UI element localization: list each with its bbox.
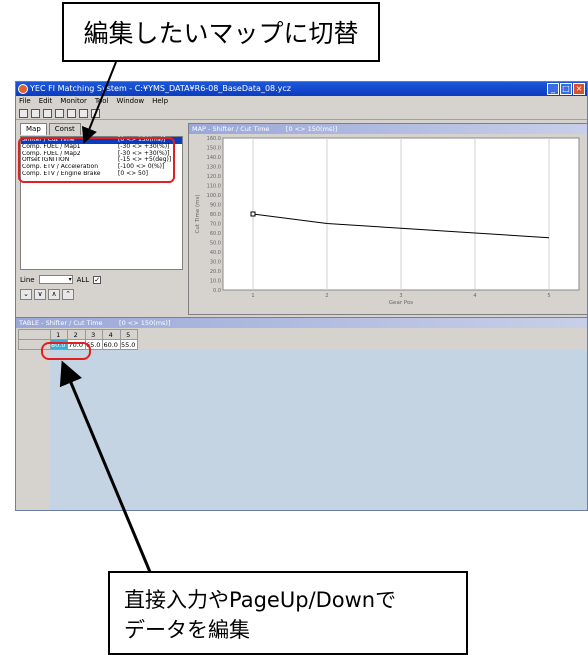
callout-arrows <box>59 61 152 573</box>
callout-edit-data: 直接入力やPageUp/Downで データを編集 <box>108 571 468 655</box>
callout-edit-data-line2: データを編集 <box>124 618 250 642</box>
arrow-to-active-cell <box>59 360 152 573</box>
callout-edit-data-line1: 直接入力やPageUp/Downで <box>124 588 397 612</box>
arrow-to-map-list <box>81 61 117 144</box>
